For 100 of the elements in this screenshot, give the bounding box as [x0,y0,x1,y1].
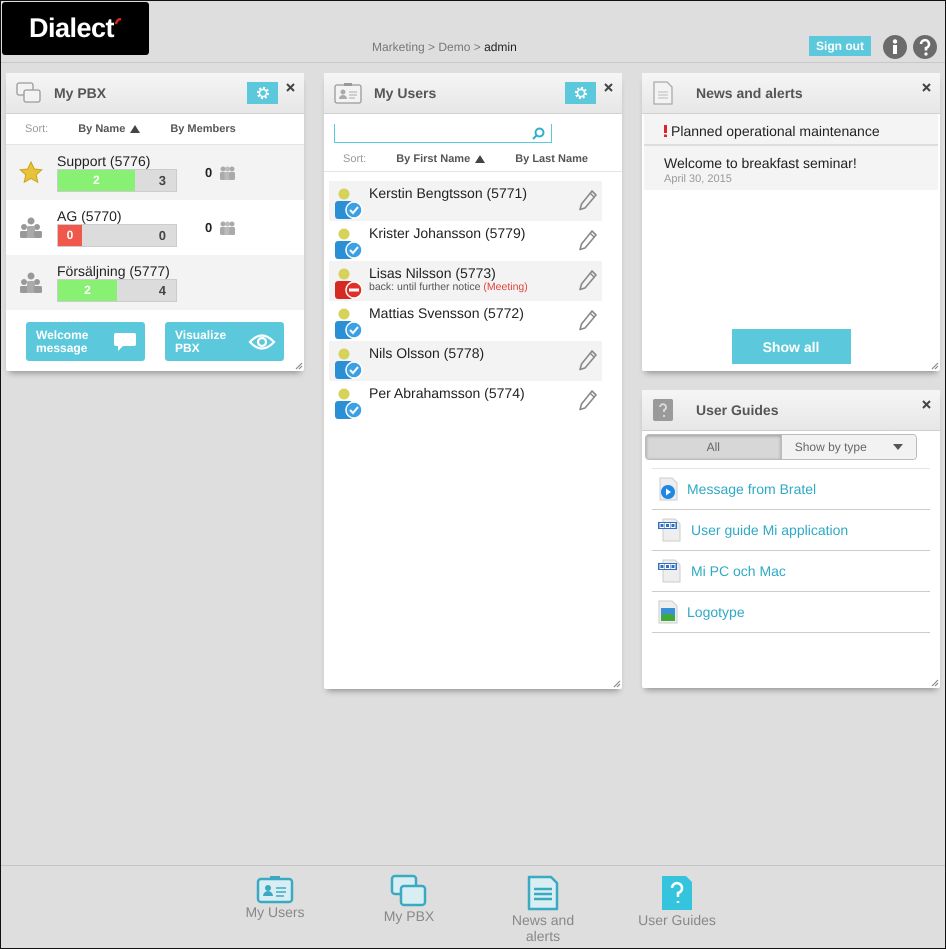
group-name: Försäljning (5777) [57,264,171,278]
edit-icon[interactable] [578,229,598,251]
guide-item[interactable]: User guide Mi application [652,510,930,551]
filter-tab[interactable]: All [646,435,782,459]
guide-link[interactable]: User guide Mi application [691,522,848,538]
logged-in-count: 0 [66,228,74,242]
user-name: Krister Johansson (5779) [369,225,526,241]
edit-icon[interactable] [578,349,598,371]
resize-grip-icon[interactable] [613,680,621,688]
user-name: Nils Olsson (5778) [369,345,486,361]
member-total: 0 [158,228,166,242]
panel-title: News and alerts [696,85,804,101]
panel-title: My PBX [54,85,108,101]
dock-item[interactable]: User Guides [617,874,737,946]
user-row[interactable]: Kerstin Bengtsson (5771) [329,181,602,221]
edit-icon[interactable] [578,189,598,211]
user-name: Kerstin Bengtsson (5771) [369,185,528,201]
group-name: AG (5770) [57,208,123,224]
people-icon [218,166,236,180]
close-icon[interactable] [604,83,613,92]
group-row[interactable]: AG (5770) 0 0 0 [6,200,304,255]
resize-grip-icon[interactable] [931,679,939,687]
id-card-icon [334,82,362,104]
guide-link[interactable]: Message from Bratel [687,481,816,497]
news-item[interactable]: Welcome to breakfast seminar! April 30, 2015 [644,146,938,190]
status-note: back: until further notice (Meeting) [369,281,529,293]
news-title: Planned operational maintenance [671,123,880,139]
group-row[interactable]: Support (5776) 2 3 0 [6,145,304,200]
edit-icon[interactable] [578,309,598,331]
user-row[interactable]: Lisas Nilsson (5773) back: until further notice (Meeting) [329,261,602,301]
logged-in-count: 2 [84,283,91,297]
info-icon[interactable] [883,35,907,59]
sort-arrow-icon [130,125,140,133]
doc-file-icon [657,559,683,583]
logged-in-count: 2 [93,173,100,187]
member-total: 4 [158,282,166,298]
logo-mark-icon [115,18,122,25]
sort-option[interactable]: By First Name [396,153,486,165]
caret-icon [892,444,903,450]
help-icon[interactable] [913,35,937,59]
user-row[interactable]: Krister Johansson (5779) [329,221,602,261]
dock-item[interactable]: My PBX [349,874,469,946]
user-name: Lisas Nilsson (5773) [369,265,497,281]
group-name: Support (5776) [57,154,152,168]
guide-item[interactable]: Mi PC och Mac [652,551,930,592]
user-name: Mattias Svensson (5772) [369,305,525,321]
news-date: April 30, 2015 [664,173,733,185]
eye-icon [248,332,276,350]
news-item[interactable]: Planned operational maintenance [644,114,938,146]
gear-icon [572,85,588,101]
id-card-icon [256,874,294,904]
sort-option[interactable]: By Last Name [515,153,588,165]
panel-title: User Guides [696,402,780,418]
guide-item[interactable]: Logotype [652,592,930,633]
document-icon [526,874,560,912]
edit-icon[interactable] [578,269,598,291]
panel-title: My Users [374,85,438,101]
logo-text: Dialect [28,13,114,44]
group-row[interactable]: Försäljning (5777) 2 4 [6,255,304,310]
resize-grip-icon[interactable] [295,362,303,370]
user-name: Per Abrahamsson (5774) [369,385,526,401]
sort-arrow-icon [475,155,486,163]
doc-file-icon [657,518,683,542]
guide-item[interactable]: Message from Bratel [652,468,930,510]
help-document-icon [652,398,674,422]
close-icon[interactable] [922,400,931,409]
document-icon [652,80,674,106]
edit-icon[interactable] [578,389,598,411]
user-row[interactable]: Per Abrahamsson (5774) [329,381,602,421]
news-title: Welcome to breakfast seminar! [664,155,857,171]
member-total: 3 [158,172,166,188]
filter-tab[interactable]: Show by type [782,435,916,459]
guide-link[interactable]: Mi PC och Mac [691,563,786,579]
breadcrumb: Marketing > Demo > admin [372,40,517,54]
gear-icon [254,85,270,101]
people-icon [218,220,236,234]
image-file-icon [657,600,679,624]
sort-option[interactable]: By Members [170,123,236,135]
speech-bubble-icon [113,332,137,352]
sort-label: Sort: [343,153,366,165]
settings-button[interactable] [565,82,596,104]
windows-icon [16,82,42,104]
search-icon [532,126,545,140]
search-field[interactable] [334,124,552,143]
help-document-icon [660,874,694,912]
dock-item[interactable]: My Users [215,874,335,946]
guide-link[interactable]: Logotype [687,604,745,620]
sort-label: Sort: [25,123,48,135]
user-row[interactable]: Mattias Svensson (5772) [329,301,602,341]
resize-grip-icon[interactable] [931,362,939,370]
queue-count: 0 [205,220,212,235]
dock-item[interactable]: News and alerts [483,874,603,946]
close-icon[interactable] [286,83,295,92]
video-file-icon [657,477,679,501]
queue-count: 0 [205,165,212,180]
windows-icon [390,874,428,908]
sort-option[interactable]: By Name [78,123,140,135]
settings-button[interactable] [247,82,278,104]
user-row[interactable]: Nils Olsson (5778) [329,341,602,381]
close-icon[interactable] [922,83,931,92]
